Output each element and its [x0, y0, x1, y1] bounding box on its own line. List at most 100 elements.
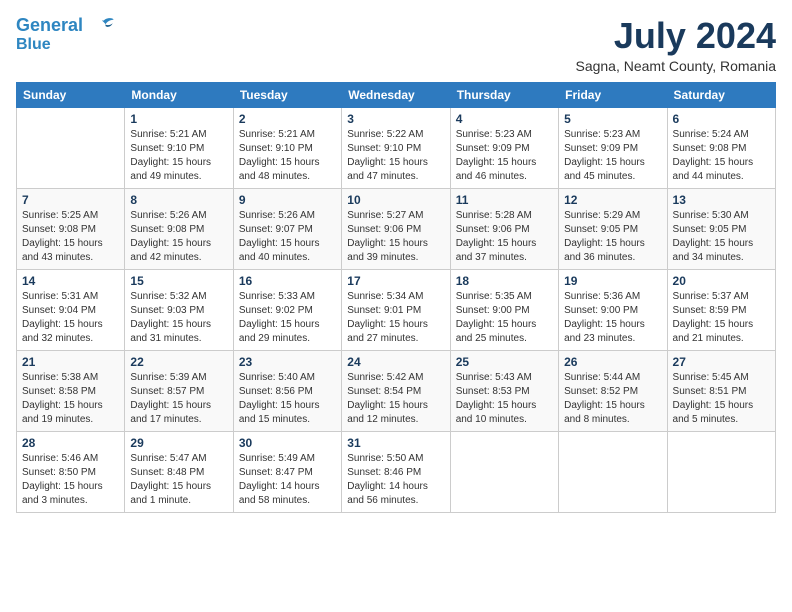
logo-text: General — [16, 16, 83, 36]
header: General Blue July 2024 Sagna, Neamt Coun… — [16, 16, 776, 74]
calendar-week-row: 28 Sunrise: 5:46 AMSunset: 8:50 PMDayligh… — [17, 431, 776, 512]
location: Sagna, Neamt County, Romania — [575, 58, 776, 74]
calendar-body: 1 Sunrise: 5:21 AMSunset: 9:10 PMDaylight… — [17, 107, 776, 512]
day-number: 8 — [130, 193, 227, 207]
calendar-cell — [17, 107, 125, 188]
day-number: 6 — [673, 112, 770, 126]
calendar-cell: 30 Sunrise: 5:49 AMSunset: 8:47 PMDayligh… — [233, 431, 341, 512]
day-info: Sunrise: 5:27 AMSunset: 9:06 PMDaylight:… — [347, 209, 444, 265]
calendar-cell: 20 Sunrise: 5:37 AMSunset: 8:59 PMDayligh… — [667, 269, 775, 350]
day-info: Sunrise: 5:21 AMSunset: 9:10 PMDaylight:… — [239, 128, 336, 184]
calendar-cell: 5 Sunrise: 5:23 AMSunset: 9:09 PMDaylight… — [559, 107, 667, 188]
day-info: Sunrise: 5:31 AMSunset: 9:04 PMDaylight:… — [22, 290, 119, 346]
calendar-cell — [450, 431, 558, 512]
weekday-header-cell: Monday — [125, 82, 233, 107]
month-year: July 2024 — [575, 16, 776, 56]
day-info: Sunrise: 5:23 AMSunset: 9:09 PMDaylight:… — [564, 128, 661, 184]
calendar-cell: 6Sunrise: 5:24 AMSunset: 9:08 PMDaylight… — [667, 107, 775, 188]
calendar-cell: 1 Sunrise: 5:21 AMSunset: 9:10 PMDaylight… — [125, 107, 233, 188]
day-info: Sunrise: 5:21 AMSunset: 9:10 PMDaylight:… — [130, 128, 227, 184]
day-info: Sunrise: 5:35 AMSunset: 9:00 PMDaylight:… — [456, 290, 553, 346]
day-info: Sunrise: 5:28 AMSunset: 9:06 PMDaylight:… — [456, 209, 553, 265]
day-info: Sunrise: 5:44 AMSunset: 8:52 PMDaylight:… — [564, 371, 661, 427]
day-number: 21 — [22, 355, 119, 369]
weekday-header-cell: Saturday — [667, 82, 775, 107]
day-info: Sunrise: 5:23 AMSunset: 9:09 PMDaylight:… — [456, 128, 553, 184]
day-info: Sunrise: 5:29 AMSunset: 9:05 PMDaylight:… — [564, 209, 661, 265]
day-number: 22 — [130, 355, 227, 369]
day-info: Sunrise: 5:40 AMSunset: 8:56 PMDaylight:… — [239, 371, 336, 427]
day-info: Sunrise: 5:46 AMSunset: 8:50 PMDaylight:… — [22, 452, 119, 508]
calendar-cell: 10 Sunrise: 5:27 AMSunset: 9:06 PMDayligh… — [342, 188, 450, 269]
title-block: July 2024 Sagna, Neamt County, Romania — [575, 16, 776, 74]
day-number: 5 — [564, 112, 661, 126]
logo: General Blue — [16, 16, 115, 53]
weekday-header-cell: Wednesday — [342, 82, 450, 107]
day-number: 18 — [456, 274, 553, 288]
calendar-cell: 13 Sunrise: 5:30 AMSunset: 9:05 PMDayligh… — [667, 188, 775, 269]
day-info: Sunrise: 5:26 AMSunset: 9:08 PMDaylight:… — [130, 209, 227, 265]
day-info: Sunrise: 5:39 AMSunset: 8:57 PMDaylight:… — [130, 371, 227, 427]
calendar-cell — [559, 431, 667, 512]
day-number: 1 — [130, 112, 227, 126]
calendar-cell: 4 Sunrise: 5:23 AMSunset: 9:09 PMDaylight… — [450, 107, 558, 188]
day-number: 7 — [22, 193, 119, 207]
day-number: 19 — [564, 274, 661, 288]
calendar-cell: 16Sunrise: 5:33 AMSunset: 9:02 PMDayligh… — [233, 269, 341, 350]
weekday-header-cell: Sunday — [17, 82, 125, 107]
calendar-week-row: 1 Sunrise: 5:21 AMSunset: 9:10 PMDaylight… — [17, 107, 776, 188]
calendar-cell: 28 Sunrise: 5:46 AMSunset: 8:50 PMDayligh… — [17, 431, 125, 512]
day-number: 2 — [239, 112, 336, 126]
calendar-cell: 14 Sunrise: 5:31 AMSunset: 9:04 PMDayligh… — [17, 269, 125, 350]
calendar-table: SundayMondayTuesdayWednesdayThursdayFrid… — [16, 82, 776, 513]
day-info: Sunrise: 5:43 AMSunset: 8:53 PMDaylight:… — [456, 371, 553, 427]
calendar-cell: 11 Sunrise: 5:28 AMSunset: 9:06 PMDayligh… — [450, 188, 558, 269]
calendar-cell: 25 Sunrise: 5:43 AMSunset: 8:53 PMDayligh… — [450, 350, 558, 431]
calendar-cell: 12Sunrise: 5:29 AMSunset: 9:05 PMDayligh… — [559, 188, 667, 269]
calendar-cell: 2 Sunrise: 5:21 AMSunset: 9:10 PMDaylight… — [233, 107, 341, 188]
calendar-cell: 22 Sunrise: 5:39 AMSunset: 8:57 PMDayligh… — [125, 350, 233, 431]
day-info: Sunrise: 5:36 AMSunset: 9:00 PMDaylight:… — [564, 290, 661, 346]
day-number: 13 — [673, 193, 770, 207]
day-number: 4 — [456, 112, 553, 126]
day-number: 28 — [22, 436, 119, 450]
day-number: 20 — [673, 274, 770, 288]
day-number: 26 — [564, 355, 661, 369]
day-number: 9 — [239, 193, 336, 207]
calendar-cell: 19 Sunrise: 5:36 AMSunset: 9:00 PMDayligh… — [559, 269, 667, 350]
day-info: Sunrise: 5:47 AMSunset: 8:48 PMDaylight:… — [130, 452, 227, 508]
calendar-cell: 8 Sunrise: 5:26 AMSunset: 9:08 PMDaylight… — [125, 188, 233, 269]
day-number: 3 — [347, 112, 444, 126]
calendar-cell: 18 Sunrise: 5:35 AMSunset: 9:00 PMDayligh… — [450, 269, 558, 350]
day-info: Sunrise: 5:38 AMSunset: 8:58 PMDaylight:… — [22, 371, 119, 427]
weekday-header-cell: Tuesday — [233, 82, 341, 107]
day-number: 24 — [347, 355, 444, 369]
weekday-header-row: SundayMondayTuesdayWednesdayThursdayFrid… — [17, 82, 776, 107]
calendar-week-row: 21 Sunrise: 5:38 AMSunset: 8:58 PMDayligh… — [17, 350, 776, 431]
day-number: 30 — [239, 436, 336, 450]
day-number: 10 — [347, 193, 444, 207]
logo-bird-icon — [87, 17, 115, 35]
calendar-cell: 7 Sunrise: 5:25 AMSunset: 9:08 PMDaylight… — [17, 188, 125, 269]
calendar-week-row: 14 Sunrise: 5:31 AMSunset: 9:04 PMDayligh… — [17, 269, 776, 350]
day-info: Sunrise: 5:34 AMSunset: 9:01 PMDaylight:… — [347, 290, 444, 346]
logo-blue-text: Blue — [16, 36, 51, 54]
day-number: 29 — [130, 436, 227, 450]
day-info: Sunrise: 5:42 AMSunset: 8:54 PMDaylight:… — [347, 371, 444, 427]
day-number: 17 — [347, 274, 444, 288]
day-info: Sunrise: 5:45 AMSunset: 8:51 PMDaylight:… — [673, 371, 770, 427]
day-info: Sunrise: 5:30 AMSunset: 9:05 PMDaylight:… — [673, 209, 770, 265]
day-number: 14 — [22, 274, 119, 288]
day-info: Sunrise: 5:33 AMSunset: 9:02 PMDaylight:… — [239, 290, 336, 346]
day-number: 11 — [456, 193, 553, 207]
day-info: Sunrise: 5:25 AMSunset: 9:08 PMDaylight:… — [22, 209, 119, 265]
calendar-cell: 27Sunrise: 5:45 AMSunset: 8:51 PMDayligh… — [667, 350, 775, 431]
calendar-cell: 31Sunrise: 5:50 AMSunset: 8:46 PMDayligh… — [342, 431, 450, 512]
day-info: Sunrise: 5:49 AMSunset: 8:47 PMDaylight:… — [239, 452, 336, 508]
calendar-cell — [667, 431, 775, 512]
weekday-header-cell: Friday — [559, 82, 667, 107]
day-number: 25 — [456, 355, 553, 369]
day-info: Sunrise: 5:37 AMSunset: 8:59 PMDaylight:… — [673, 290, 770, 346]
calendar-week-row: 7 Sunrise: 5:25 AMSunset: 9:08 PMDaylight… — [17, 188, 776, 269]
day-info: Sunrise: 5:22 AMSunset: 9:10 PMDaylight:… — [347, 128, 444, 184]
